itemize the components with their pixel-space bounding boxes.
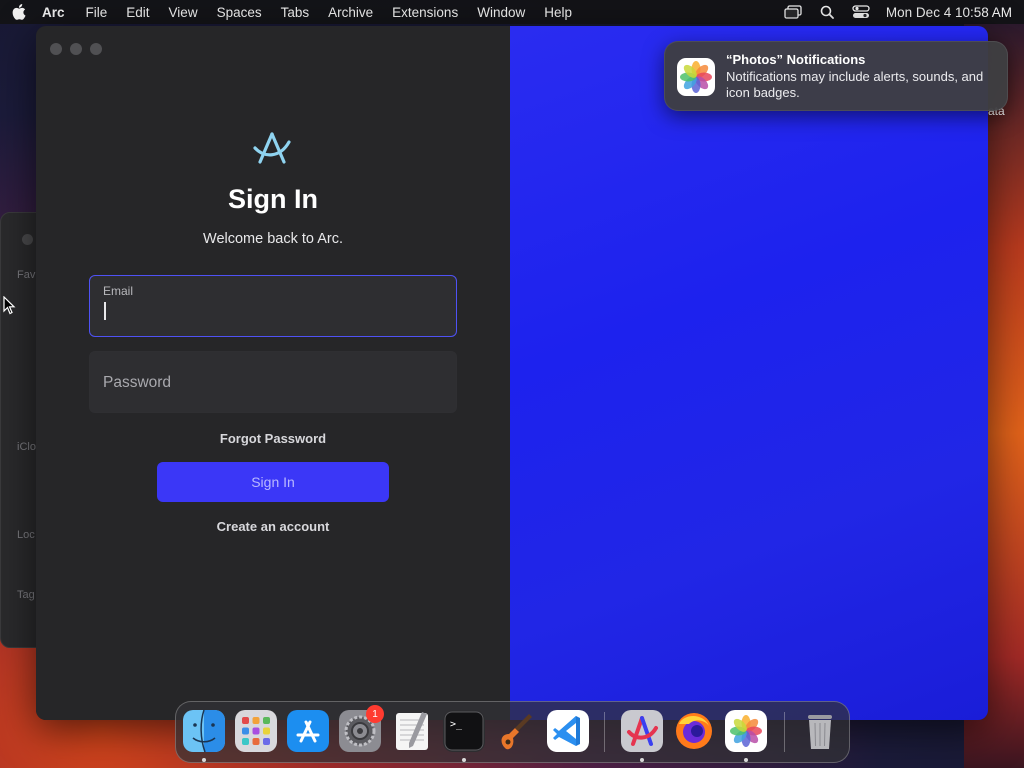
screen-mirroring-icon[interactable] [784,5,802,19]
forgot-password-link[interactable]: Forgot Password [36,431,510,446]
sidebar-section-favorites: Fav [17,269,36,281]
menu-bar-clock[interactable]: Mon Dec 4 10:58 AM [886,5,1012,20]
menu-archive[interactable]: Archive [328,5,373,20]
menu-file[interactable]: File [86,5,108,20]
menu-extensions[interactable]: Extensions [392,5,458,20]
menu-window[interactable]: Window [477,5,525,20]
photos-app-icon [677,58,715,96]
text-caret [104,302,106,320]
menu-bar: Arc File Edit View Spaces Tabs Archive E… [0,0,1024,24]
app-store-icon[interactable] [287,710,329,752]
photos-icon[interactable] [725,710,767,752]
password-placeholder: Password [103,374,172,391]
sign-in-button[interactable]: Sign In [157,462,389,502]
running-indicator [640,758,644,762]
dock-separator [604,712,605,752]
vscode-icon[interactable] [547,710,589,752]
page-subtitle: Welcome back to Arc. [203,231,343,247]
launchpad-icon[interactable] [235,710,277,752]
firefox-icon[interactable] [673,710,715,752]
window-controls [50,43,102,55]
mouse-cursor-icon [3,295,17,316]
control-center-icon[interactable] [852,5,870,19]
notification-banner[interactable]: “Photos” Notifications Notifications may… [664,41,1008,111]
terminal-icon[interactable]: >_ [443,710,485,752]
password-field[interactable]: Password [89,351,457,413]
sidebar-section-tags: Tag [17,589,35,601]
sidebar-section-locations: Loc [17,529,35,541]
arc-icon[interactable] [621,710,663,752]
trash-icon[interactable] [799,710,841,752]
menu-app-name[interactable]: Arc [42,5,65,20]
textedit-icon[interactable] [391,710,433,752]
running-indicator [744,758,748,762]
garageband-icon[interactable] [495,710,537,752]
notification-badge: 1 [366,705,384,723]
dock-separator [784,712,785,752]
finder-icon[interactable] [183,710,225,752]
arc-logo-icon [252,132,292,166]
dock: >_ [175,701,850,763]
menu-edit[interactable]: Edit [126,5,149,20]
arc-brand-panel [510,26,988,720]
menu-help[interactable]: Help [544,5,572,20]
zoom-window-icon[interactable] [90,43,102,55]
notification-title: “Photos” Notifications [726,52,866,67]
page-title: Sign In [228,184,318,214]
email-label: Email [103,284,134,298]
sidebar-section-icloud: iClo [17,441,36,453]
running-indicator [202,758,206,762]
minimize-window-icon[interactable] [70,43,82,55]
apple-menu-icon[interactable] [12,4,28,20]
menu-view[interactable]: View [169,5,198,20]
arc-window: Sign In Welcome back to Arc. Email Passw… [36,26,988,720]
search-icon[interactable] [818,5,836,19]
create-account-link[interactable]: Create an account [36,519,510,534]
svg-text:>_: >_ [450,719,463,730]
menu-spaces[interactable]: Spaces [217,5,262,20]
menu-tabs[interactable]: Tabs [281,5,310,20]
window-control-icon [22,234,33,245]
close-window-icon[interactable] [50,43,62,55]
running-indicator [462,758,466,762]
notification-body: Notifications may include alerts, sounds… [726,69,984,100]
email-field[interactable]: Email [89,275,457,337]
sign-in-panel: Sign In Welcome back to Arc. Email Passw… [36,26,512,720]
